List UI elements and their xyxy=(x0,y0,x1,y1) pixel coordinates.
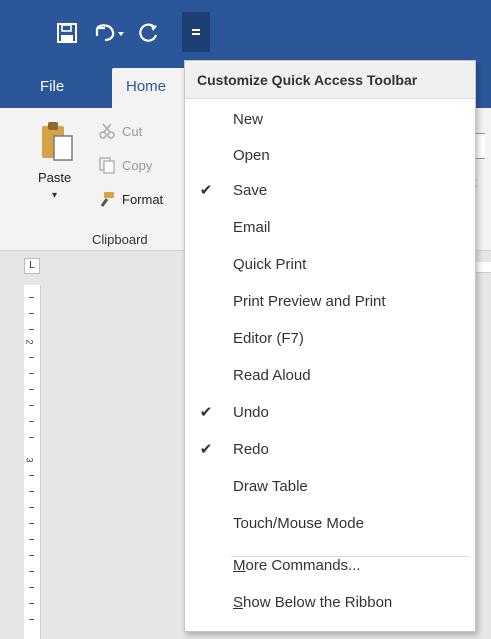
menu-item-open[interactable]: Open xyxy=(185,139,475,171)
menu-item-label: Show Below the Ribbon xyxy=(233,593,393,611)
menu-item-label: Draw Table xyxy=(233,477,308,495)
menu-item-label: New xyxy=(233,110,264,128)
menu-item-read-aloud[interactable]: Read Aloud xyxy=(185,359,475,391)
paste-button[interactable] xyxy=(40,120,74,166)
tab-file[interactable]: File xyxy=(40,78,64,95)
menu-item-label: Quick Print xyxy=(233,255,307,273)
checkmark-icon: ✔ xyxy=(199,182,213,199)
clipboard-group-label: Clipboard xyxy=(92,232,148,247)
menu-item-editor[interactable]: Editor (F7) xyxy=(185,322,475,354)
ruler-number: 3 xyxy=(24,457,35,463)
menu-item-label: Editor (F7) xyxy=(233,329,304,347)
customize-qat-button[interactable] xyxy=(182,12,210,52)
format-painter-icon xyxy=(100,192,114,207)
menu-item-label: Redo xyxy=(233,440,269,458)
scissors-icon xyxy=(99,123,115,139)
menu-item-label: Touch/Mouse Mode xyxy=(233,514,364,532)
redo-button[interactable] xyxy=(132,17,166,49)
paste-dropdown-icon[interactable]: ▾ xyxy=(52,190,57,201)
checkmark-icon: ✔ xyxy=(199,441,213,458)
menu-item-quick-print[interactable]: Quick Print xyxy=(185,248,475,280)
floppy-disk-icon xyxy=(57,23,77,43)
paste-label: Paste xyxy=(38,170,72,185)
title-bar xyxy=(0,0,491,62)
customize-qat-menu: Customize Quick Access Toolbar New Open … xyxy=(184,60,476,632)
redo-icon xyxy=(139,23,158,42)
menu-item-touch-mouse-mode[interactable]: Touch/Mouse Mode xyxy=(185,507,475,539)
menu-item-new[interactable]: New xyxy=(185,103,475,135)
menu-item-label: Print Preview and Print xyxy=(233,292,386,310)
copy-label: Copy xyxy=(122,157,153,173)
copy-button[interactable]: Copy xyxy=(98,156,152,174)
menu-item-more-commands[interactable]: More Commands... xyxy=(185,549,475,581)
menu-item-label: More Commands... xyxy=(233,556,361,574)
menu-item-show-below-ribbon[interactable]: Show Below the Ribbon xyxy=(185,586,475,618)
menu-item-label: Read Aloud xyxy=(233,366,311,384)
menu-item-label: Email xyxy=(233,218,271,236)
menu-item-label: Undo xyxy=(233,403,269,421)
undo-button[interactable] xyxy=(86,17,130,49)
ruler-number: 2 xyxy=(24,339,35,345)
save-button[interactable] xyxy=(50,17,84,49)
menu-item-label: Open xyxy=(233,146,270,164)
checkmark-icon: ✔ xyxy=(199,404,213,421)
format-painter-label: Format xyxy=(122,191,164,207)
menu-item-draw-table[interactable]: Draw Table xyxy=(185,470,475,502)
menu-item-email[interactable]: Email xyxy=(185,211,475,243)
copy-icon xyxy=(99,157,115,174)
cut-label: Cut xyxy=(122,123,143,139)
format-painter-button[interactable]: Format xyxy=(98,190,163,208)
customize-qat-icon xyxy=(192,29,200,35)
vertical-ruler: 2 3 xyxy=(24,285,41,639)
menu-item-print-preview[interactable]: Print Preview and Print xyxy=(185,285,475,317)
menu-item-label: Save xyxy=(233,181,268,199)
menu-header: Customize Quick Access Toolbar xyxy=(185,61,475,99)
menu-item-undo[interactable]: ✔ Undo xyxy=(185,396,475,428)
menu-item-redo[interactable]: ✔ Redo xyxy=(185,433,475,465)
cut-button[interactable]: Cut xyxy=(98,122,142,140)
tab-selector[interactable]: L xyxy=(24,258,40,274)
menu-item-save[interactable]: ✔ Save xyxy=(185,174,475,206)
tab-home-label: Home xyxy=(126,78,167,95)
undo-icon xyxy=(95,24,124,42)
clipboard-paste-icon xyxy=(42,122,73,161)
